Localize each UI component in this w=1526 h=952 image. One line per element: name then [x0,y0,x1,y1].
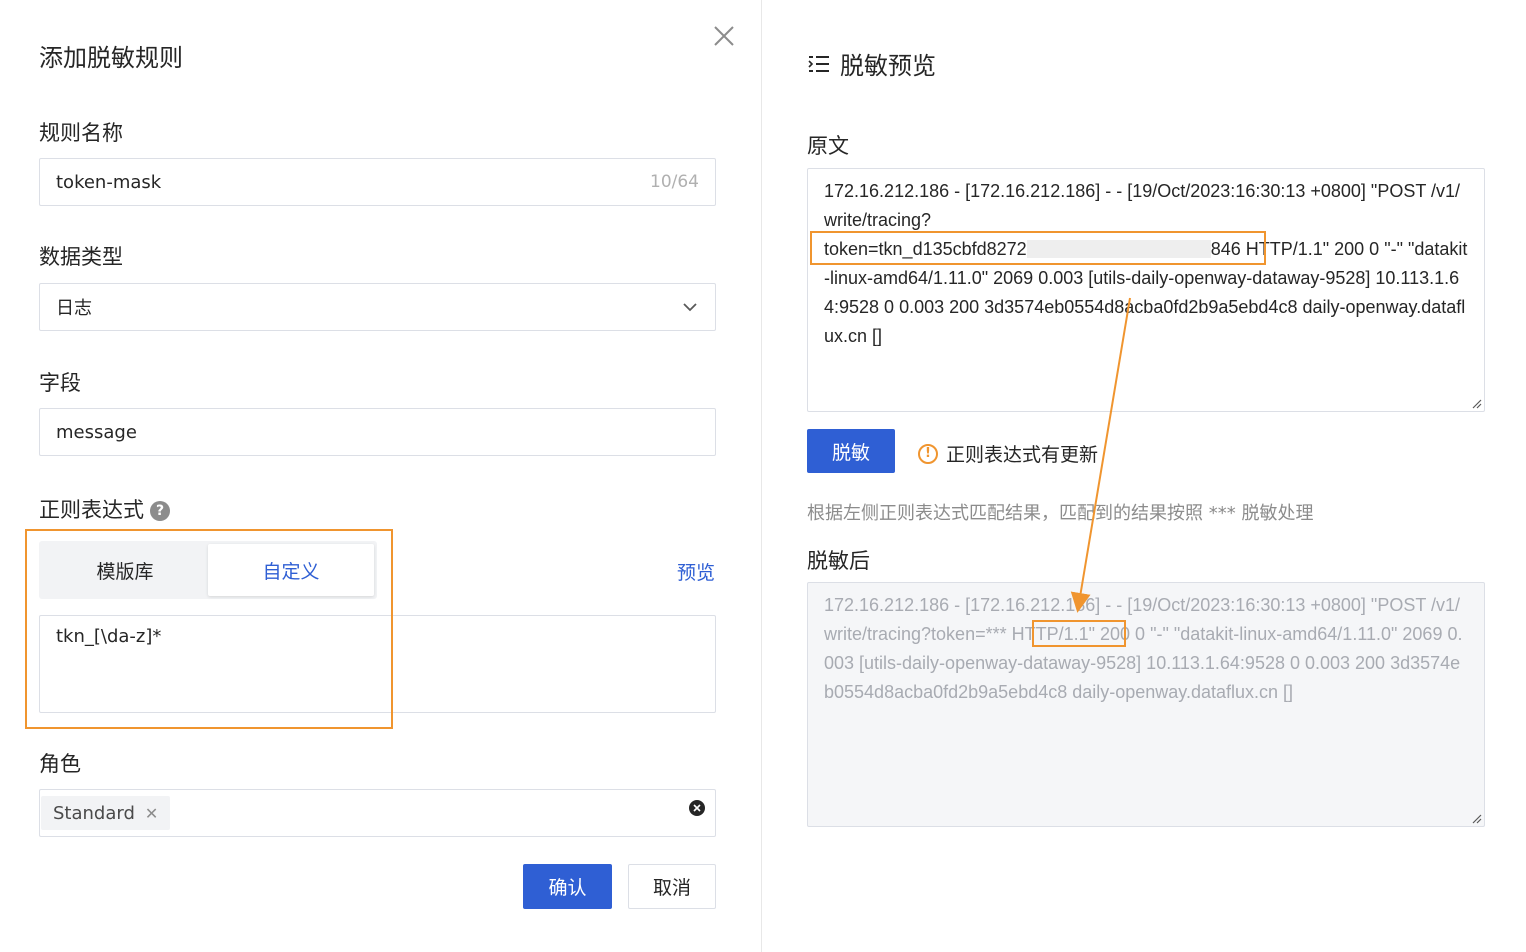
resize-grip-icon[interactable] [1470,812,1482,824]
tab-custom[interactable]: 自定义 [208,544,374,596]
clear-icon[interactable] [689,800,705,816]
masked-label: 脱敏后 [807,549,870,573]
data-type-label: 数据类型 [39,245,123,269]
confirm-button[interactable]: 确认 [523,864,612,909]
regex-updated-warning: ! 正则表达式有更新 [918,440,1098,467]
mask-preview-panel: 脱敏预览 原文 172.16.212.186 - [172.16.212.186… [762,0,1526,952]
field-label: 字段 [39,371,81,395]
tab-template-library[interactable]: 模版库 [42,544,208,596]
add-mask-rule-dialog: 添加脱敏规则 规则名称 token-mask 10/64 数据类型 日志 字段 … [0,0,761,952]
chevron-down-icon [683,303,697,312]
regex-tabs: 模版库 自定义 [39,541,377,599]
original-label: 原文 [807,134,849,158]
role-tag-label: Standard [53,802,135,824]
masked-textarea: 172.16.212.186 - [172.16.212.186] - - [1… [807,582,1485,827]
regex-input[interactable]: tkn_[\da-z]* [39,615,716,713]
role-label: 角色 [39,752,81,776]
mask-description: 根据左侧正则表达式匹配结果，匹配到的结果按照 *** 脱敏处理 [807,503,1314,524]
resize-grip-icon[interactable] [1470,397,1482,409]
rule-name-label: 规则名称 [39,121,123,145]
data-type-value: 日志 [56,298,92,319]
char-counter: 10/64 [650,172,699,192]
original-line1: 172.16.212.186 - [172.16.212.186] - - [1… [824,181,1461,230]
dialog-title: 添加脱敏规则 [39,44,183,72]
regex-label: 正则表达式 [39,498,144,522]
role-tag: Standard ✕ [41,796,171,830]
mask-button[interactable]: 脱敏 [807,429,895,473]
rule-name-value: token-mask [56,171,162,193]
original-token-prefix: token=tkn_d135cbfd8272 [824,239,1027,259]
preview-link[interactable]: 预览 [677,558,715,585]
field-value: message [56,421,137,443]
original-textarea[interactable]: 172.16.212.186 - [172.16.212.186] - - [1… [807,168,1485,412]
help-icon[interactable]: ? [150,501,170,521]
warning-text: 正则表达式有更新 [946,444,1099,466]
regex-label-row: 正则表达式? [39,494,170,524]
data-type-select[interactable]: 日志 [39,283,716,331]
tag-close-icon[interactable]: ✕ [145,804,158,823]
close-icon[interactable] [710,22,738,50]
preview-title: 脱敏预览 [840,52,936,80]
list-icon [808,55,829,72]
masked-token: token=*** [931,624,1007,644]
rule-name-input[interactable]: token-mask 10/64 [39,158,716,206]
field-input[interactable]: message [39,408,716,456]
warning-icon: ! [918,443,938,464]
cancel-button[interactable]: 取消 [628,864,716,909]
regex-value: tkn_[\da-z]* [56,626,162,647]
preview-title-row: 脱敏预览 [808,46,936,81]
redacted-blur [1026,240,1211,258]
original-token-suffix: 846 [1210,239,1241,259]
